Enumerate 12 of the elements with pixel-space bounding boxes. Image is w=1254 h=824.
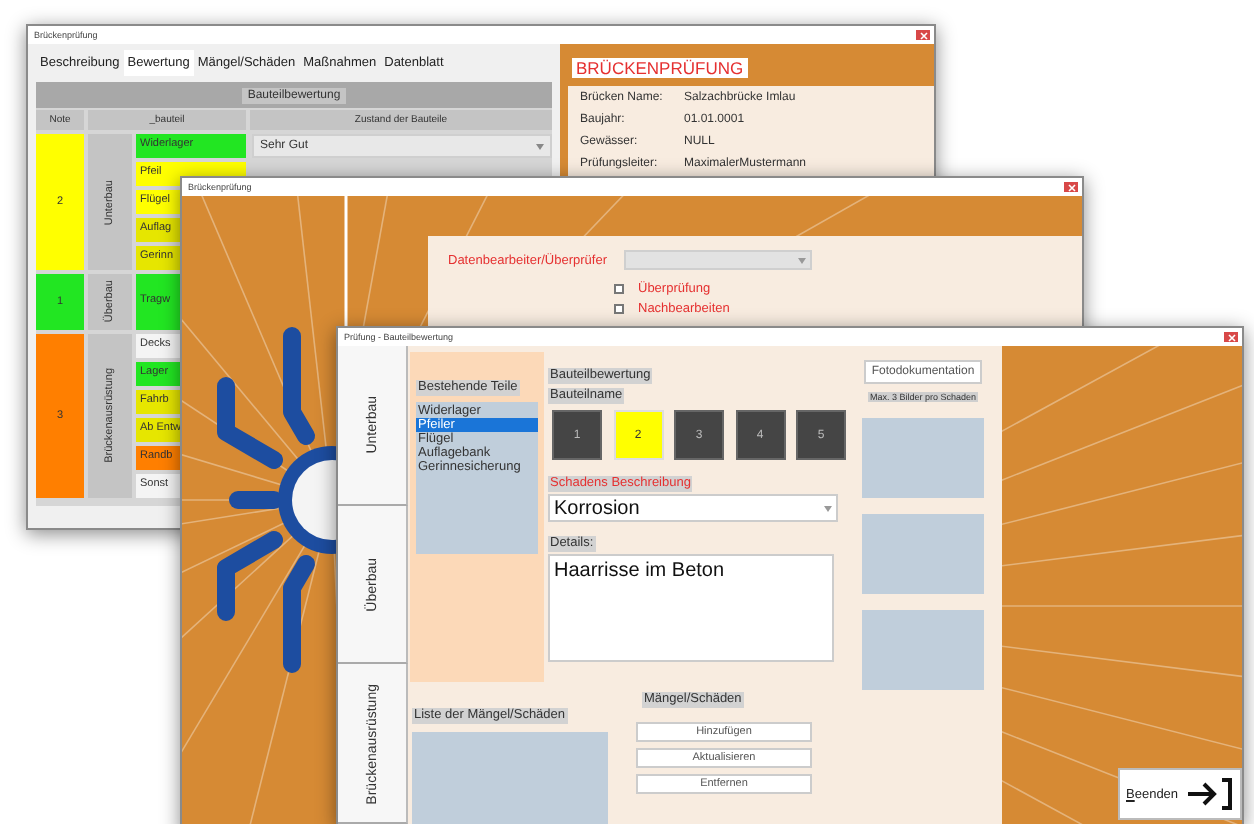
caret-icon: [797, 257, 805, 263]
close-button[interactable]: [916, 30, 930, 40]
info-heading: BRÜCKENPRÜFUNG: [572, 58, 748, 78]
exit-icon: [1186, 778, 1234, 810]
checkbox[interactable]: [614, 304, 624, 314]
damage-dropdown[interactable]: Korrosion: [548, 494, 838, 522]
caret-icon: [536, 143, 544, 149]
close-button[interactable]: [1224, 332, 1238, 342]
close-button[interactable]: [1064, 182, 1078, 192]
caret-icon: [824, 505, 832, 511]
details-field[interactable]: Haarrisse im Beton: [548, 554, 834, 662]
checkbox[interactable]: [614, 284, 624, 294]
